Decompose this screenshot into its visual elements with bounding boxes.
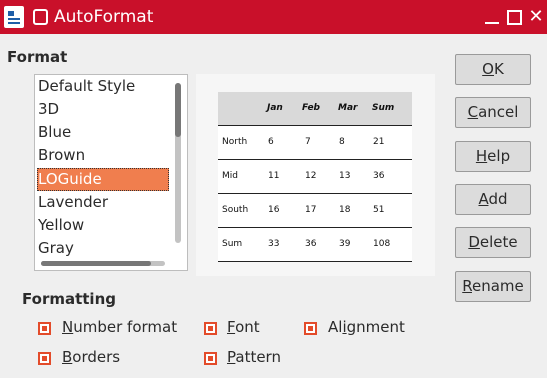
font-label[interactable]: Font	[227, 318, 260, 336]
cancel-label-rest: ancel	[478, 103, 519, 121]
help-button[interactable]: Help	[455, 141, 531, 172]
table-cell: 51	[373, 205, 385, 215]
horizontal-scrollbar[interactable]	[41, 261, 165, 266]
table-cell: 12	[305, 171, 317, 181]
format-section-heading: Format	[7, 48, 68, 66]
table-cell: 33	[268, 239, 280, 249]
writer-document-icon	[4, 6, 24, 28]
cancel-accesskey: C	[467, 103, 479, 121]
list-item[interactable]: Brown	[37, 144, 169, 167]
list-item[interactable]: Lavender	[37, 191, 169, 214]
number-format-label-rest: umber format	[73, 318, 178, 336]
table-header-cell: Mar	[338, 103, 358, 113]
pattern-label-rest: attern	[235, 348, 281, 366]
table-cell: South	[222, 205, 249, 215]
table-row: Mid 11 12 13 36	[218, 160, 412, 194]
table-cell: North	[222, 137, 248, 147]
delete-label-rest: elete	[479, 233, 518, 251]
list-item[interactable]: Default Style	[37, 75, 169, 98]
table-cell: 7	[305, 137, 311, 147]
table-cell: 8	[339, 137, 345, 147]
table-cell: 11	[268, 171, 280, 181]
rename-accesskey: R	[462, 277, 472, 295]
pattern-label[interactable]: Pattern	[227, 348, 281, 366]
list-item[interactable]: 3D	[37, 98, 169, 121]
list-item-selected[interactable]: LOGuide	[37, 168, 169, 191]
ok-accesskey: O	[482, 60, 494, 78]
table-header-cell: Feb	[302, 103, 320, 113]
minimize-button[interactable]	[482, 7, 502, 27]
font-label-rest: ont	[235, 318, 260, 336]
table-cell: 16	[268, 205, 280, 215]
table-cell: 21	[373, 137, 385, 147]
borders-label-rest: orders	[72, 348, 121, 366]
table-cell: 39	[339, 239, 351, 249]
alignment-label-pre: Al	[328, 318, 343, 336]
table-cell: 13	[339, 171, 351, 181]
rename-button[interactable]: Rename	[455, 271, 531, 302]
table-cell: 36	[373, 171, 385, 181]
delete-accesskey: D	[468, 233, 480, 251]
table-cell: 18	[339, 205, 351, 215]
cancel-button[interactable]: Cancel	[455, 97, 531, 128]
borders-accesskey: B	[62, 348, 73, 366]
pattern-checkbox[interactable]	[204, 352, 217, 365]
ok-button[interactable]: OK	[455, 54, 531, 85]
horizontal-scroll-thumb[interactable]	[41, 261, 151, 266]
delete-button[interactable]: Delete	[455, 227, 531, 258]
alignment-label[interactable]: Alignment	[328, 318, 405, 336]
table-cell: 17	[305, 205, 317, 215]
table-cell: 6	[268, 137, 274, 147]
alignment-checkbox[interactable]	[304, 322, 317, 335]
maximize-button[interactable]	[504, 7, 524, 27]
format-list[interactable]: Default Style 3D Blue Brown LOGuide Lave…	[34, 74, 188, 271]
borders-label[interactable]: Borders	[62, 348, 120, 366]
add-button[interactable]: Add	[455, 184, 531, 215]
number-format-accesskey: N	[62, 318, 74, 336]
record-icon	[33, 9, 48, 25]
list-item[interactable]: Gray	[37, 237, 169, 260]
vertical-scroll-thumb[interactable]	[175, 83, 181, 137]
table-cell: Mid	[222, 171, 238, 181]
table-header-cell: Sum	[372, 103, 395, 113]
table-cell: 108	[373, 239, 391, 249]
table-header-cell: Jan	[267, 103, 283, 113]
font-accesskey: F	[227, 318, 236, 336]
list-item[interactable]: Blue	[37, 121, 169, 144]
add-accesskey: A	[478, 190, 489, 208]
rename-label-rest: ename	[471, 277, 524, 295]
add-label-rest: dd	[488, 190, 508, 208]
borders-checkbox[interactable]	[38, 352, 51, 365]
formatting-section-heading: Formatting	[22, 290, 116, 308]
close-button[interactable]: ✕	[526, 7, 546, 27]
number-format-checkbox[interactable]	[38, 322, 51, 335]
table-row: Sum 33 36 39 108	[218, 228, 412, 262]
list-item[interactable]: Yellow	[37, 214, 169, 237]
table-row: North 6 7 8 21	[218, 126, 412, 160]
vertical-scrollbar[interactable]	[175, 83, 181, 243]
help-accesskey: H	[475, 147, 488, 165]
format-preview: Jan Feb Mar Sum North 6 7 8 21 Mid 11 12…	[196, 74, 435, 276]
number-format-label[interactable]: Number format	[62, 318, 177, 336]
table-cell: 36	[305, 239, 317, 249]
table-header-row: Jan Feb Mar Sum	[218, 92, 412, 126]
title-bar: AutoFormat ✕	[0, 0, 547, 34]
table-cell: Sum	[222, 239, 243, 249]
help-label-rest: elp	[487, 147, 511, 165]
window-title: AutoFormat	[54, 7, 154, 27]
table-row: South 16 17 18 51	[218, 194, 412, 228]
ok-label-rest: K	[493, 60, 504, 78]
font-checkbox[interactable]	[204, 322, 217, 335]
alignment-label-rest: gnment	[346, 318, 405, 336]
